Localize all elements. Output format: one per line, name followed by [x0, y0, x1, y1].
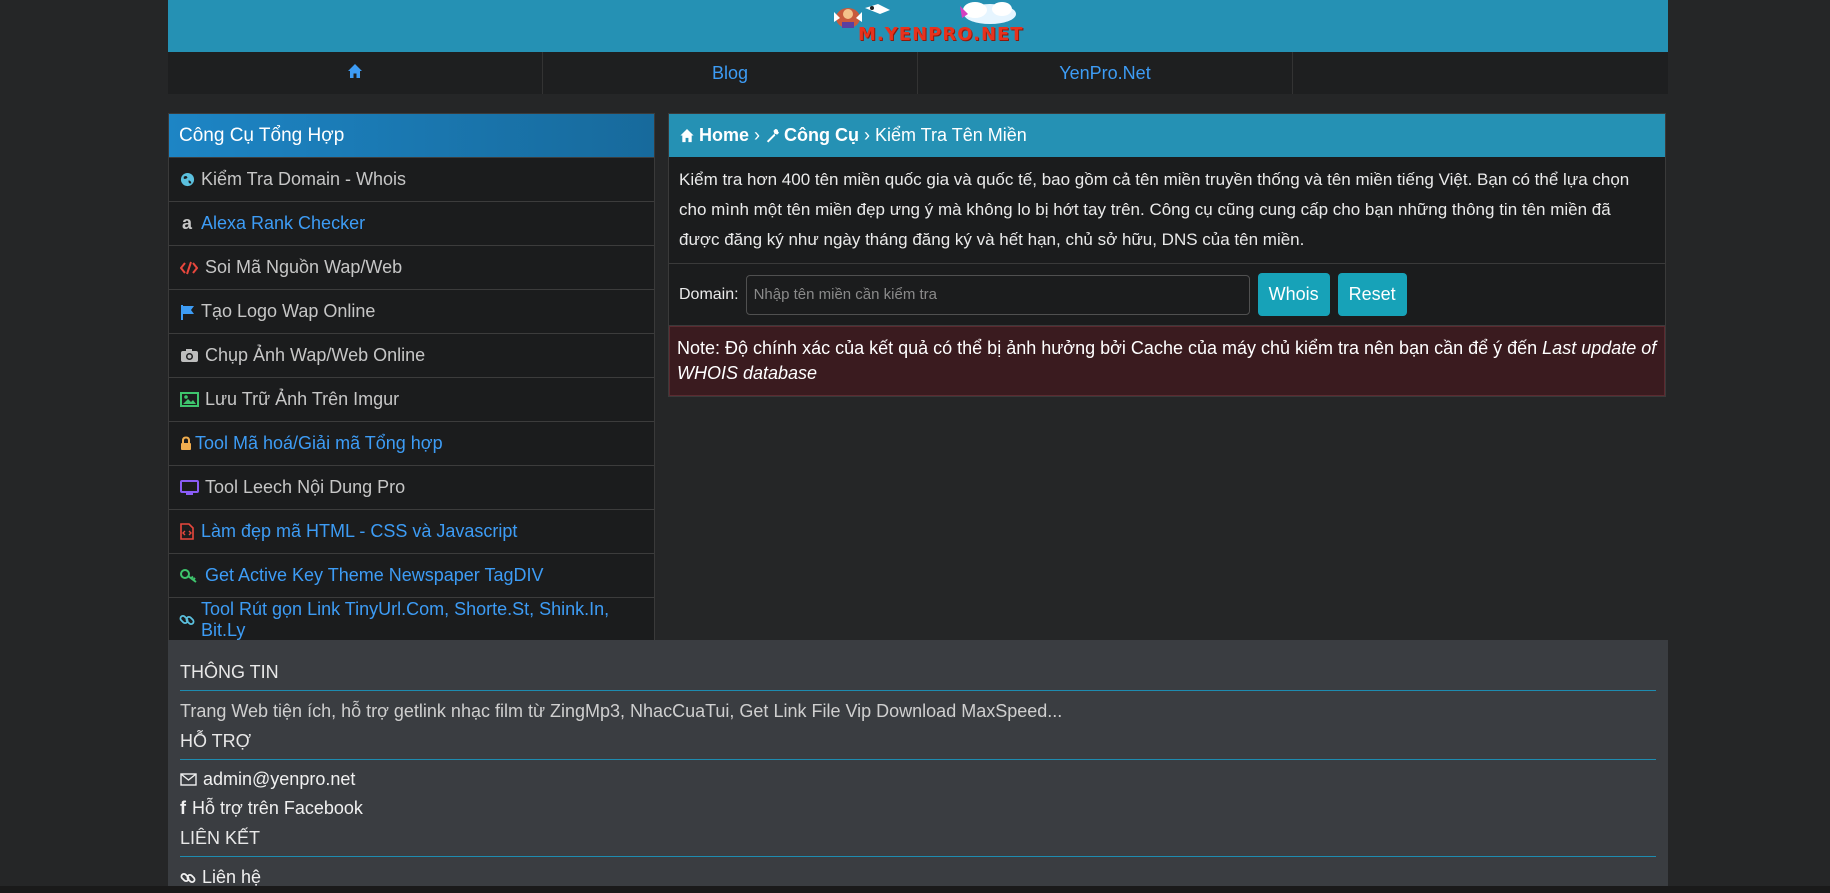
whois-panel: Home › Công Cụ › Kiểm Tra Tên Miền Kiểm …	[668, 113, 1666, 397]
sidebar-item-beautify[interactable]: Làm đẹp mã HTML - CSS và Javascript	[169, 509, 654, 553]
home-icon	[679, 128, 695, 143]
domain-input[interactable]	[745, 274, 1250, 315]
sidebar-item-label: Làm đẹp mã HTML - CSS và Javascript	[201, 521, 518, 541]
breadcrumb-home[interactable]: Home	[699, 125, 749, 146]
sidebar-item-label: Tool Leech Nội Dung Pro	[205, 477, 406, 497]
footer-facebook: Hỗ trợ trên Facebook	[192, 798, 363, 818]
key-icon	[179, 568, 199, 584]
whois-form: Domain: Whois Reset	[669, 264, 1665, 326]
facebook-icon: f	[180, 798, 186, 818]
footer-support-title: HỖ TRỢ	[180, 731, 1656, 760]
bottom-edge	[0, 886, 1830, 893]
breadcrumb-tools[interactable]: Công Cụ	[784, 125, 859, 146]
breadcrumb: Home › Công Cụ › Kiểm Tra Tên Miền	[669, 114, 1665, 157]
sidebar-item-source[interactable]: Soi Mã Nguồn Wap/Web	[169, 245, 654, 289]
image-icon	[179, 392, 199, 408]
footer-contact-link[interactable]: Liên hệ	[180, 867, 1656, 888]
sidebar-item-shortlink[interactable]: Tool Rút gọn Link TinyUrl.Com, Shorte.St…	[169, 597, 654, 641]
sidebar-item-alexa[interactable]: a Alexa Rank Checker	[169, 201, 654, 245]
note-text: Note: Độ chính xác của kết quả có thể bị…	[677, 338, 1543, 358]
globe-icon	[179, 172, 195, 188]
footer-info-text: Trang Web tiện ích, hỗ trợ getlink nhạc …	[180, 701, 1063, 721]
site-header: M.YENPRO.NET	[168, 0, 1668, 52]
logo-text: M.YENPRO.NET	[858, 24, 1024, 45]
nav-yenpro[interactable]: YenPro.Net	[918, 52, 1293, 94]
camera-icon	[179, 348, 199, 364]
link-icon	[180, 870, 196, 886]
sidebar-item-label: Get Active Key Theme Newspaper TagDIV	[205, 565, 544, 585]
sidebar-title: Công Cụ Tổng Hợp	[169, 114, 654, 157]
cloud-icon	[960, 2, 1016, 24]
footer-email: admin@yenpro.net	[203, 769, 356, 789]
nav-empty	[1293, 52, 1668, 94]
sidebar-item-label: Kiểm Tra Domain - Whois	[201, 169, 407, 189]
sidebar-item-label: Lưu Trữ Ảnh Trên Imgur	[205, 389, 400, 409]
sidebar-item-label: Chụp Ảnh Wap/Web Online	[205, 345, 426, 365]
sidebar-item-encode[interactable]: Tool Mã hoá/Giải mã Tổng hợp	[169, 421, 654, 465]
sidebar-item-label: Tool Mã hoá/Giải mã Tổng hợp	[195, 433, 443, 453]
cache-note: Note: Độ chính xác của kết quả có thể bị…	[669, 326, 1665, 396]
envelope-icon	[180, 773, 197, 786]
breadcrumb-separator: ›	[864, 125, 870, 145]
tools-sidebar: Công Cụ Tổng Hợp Kiểm Tra Domain - Whois…	[168, 113, 655, 642]
whois-button[interactable]: Whois	[1257, 273, 1330, 316]
fox-sprite-icon	[865, 4, 890, 14]
sidebar-item-activekey[interactable]: Get Active Key Theme Newspaper TagDIV	[169, 553, 654, 597]
link-icon	[179, 612, 195, 628]
footer-links-title: LIÊN KẾT	[180, 828, 1656, 857]
code-icon	[179, 260, 199, 276]
footer-contact: Liên hệ	[202, 867, 262, 887]
main-nav: Blog YenPro.Net	[168, 52, 1668, 94]
sidebar-item-leech[interactable]: Tool Leech Nội Dung Pro	[169, 465, 654, 509]
lock-icon	[179, 436, 192, 452]
domain-label: Domain:	[679, 285, 739, 303]
sidebar-item-logo[interactable]: Tạo Logo Wap Online	[169, 289, 654, 333]
site-footer: THÔNG TIN Trang Web tiện ích, hỗ trợ get…	[168, 640, 1668, 893]
sidebar-item-label: Tool Rút gọn Link TinyUrl.Com, Shorte.St…	[201, 598, 610, 640]
wrench-icon	[765, 128, 780, 143]
sidebar-item-imgur[interactable]: Lưu Trữ Ảnh Trên Imgur	[169, 377, 654, 421]
breadcrumb-current: Kiểm Tra Tên Miền	[875, 125, 1027, 145]
flag-icon	[179, 304, 195, 320]
sidebar-item-screenshot[interactable]: Chụp Ảnh Wap/Web Online	[169, 333, 654, 377]
breadcrumb-separator: ›	[754, 125, 761, 145]
nav-blog[interactable]: Blog	[543, 52, 918, 94]
footer-email-link[interactable]: admin@yenpro.net	[180, 769, 1656, 790]
file-code-icon	[179, 523, 195, 540]
sidebar-item-whois[interactable]: Kiểm Tra Domain - Whois	[169, 157, 654, 201]
amazon-icon: a	[181, 213, 192, 233]
desktop-icon	[179, 479, 199, 496]
footer-facebook-link[interactable]: f Hỗ trợ trên Facebook	[180, 798, 1656, 819]
tool-description: Kiểm tra hơn 400 tên miền quốc gia và qu…	[669, 157, 1665, 264]
home-icon	[347, 63, 363, 84]
nav-home[interactable]	[168, 52, 543, 94]
sidebar-item-label: Tạo Logo Wap Online	[201, 301, 376, 321]
sidebar-item-label: Soi Mã Nguồn Wap/Web	[205, 257, 403, 277]
sidebar-item-label: Alexa Rank Checker	[201, 213, 366, 233]
footer-info-title: THÔNG TIN	[180, 662, 1656, 691]
reset-button[interactable]: Reset	[1337, 273, 1407, 316]
